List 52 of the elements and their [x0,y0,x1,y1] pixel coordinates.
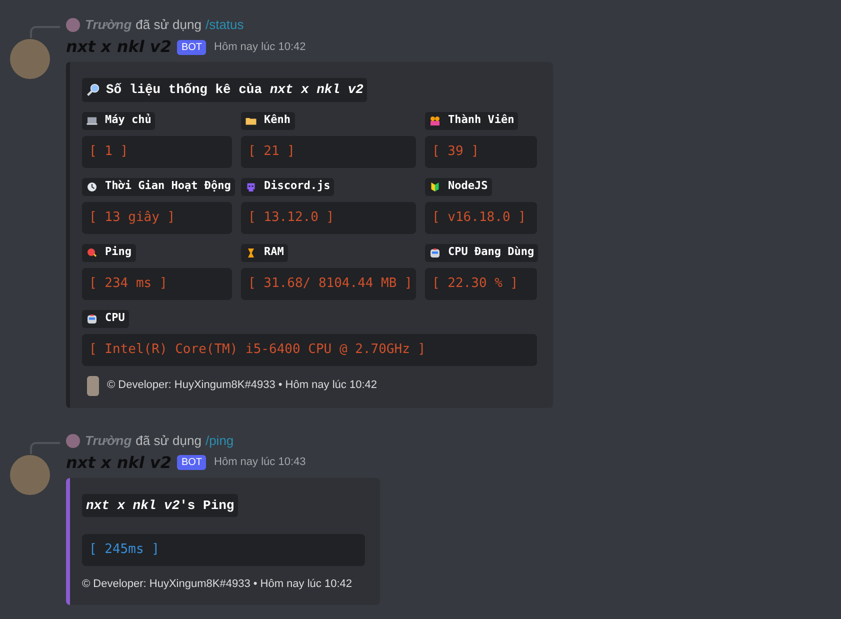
field-label: RAM [241,244,288,262]
emoji-icon [86,246,98,258]
embed-title: nxt x nkl v2's Ping [82,494,238,517]
reply-connector [30,26,60,38]
reply-username[interactable]: Trường [85,430,132,450]
field-label: Máy chủ [82,112,156,130]
field-label: Thành Viên [425,112,518,130]
footer-photo-placeholder [87,376,99,396]
emoji-icon [245,180,257,192]
emoji-icon [245,246,257,258]
field-value: [ Intel(R) Core(TM) i5-6400 CPU @ 2.70GHz ] [82,334,537,366]
timestamp: Hôm nay lúc 10:43 [214,455,306,470]
field-value: [ 31.68/ 8104.44 MB ] [241,268,416,300]
field-value: [ 13 giây ] [82,202,232,234]
field-value: [ 245ms ] [82,534,365,566]
embed-footer: © Developer: HuyXingum8K#4933 • Hôm nay lúc 10:42 [82,576,352,592]
command-link[interactable]: /status [205,15,244,35]
field-label: Kênh [241,112,294,130]
magnifier-icon [86,82,100,97]
field-label: Ping [82,244,136,262]
emoji-icon [86,114,98,126]
field-label: Thời Gian Hoạt Động [82,178,235,196]
embed-footer: © Developer: HuyXingum8K#4933 • Hôm nay lúc 10:42 [107,377,377,394]
emoji-icon [429,246,441,258]
field-value: [ 39 ] [425,136,537,168]
field-value: [ 234 ms ] [82,268,232,300]
reply-connector [30,442,60,454]
bot-badge: BOT [177,455,206,470]
field-label: Discord.js [241,178,334,196]
avatar[interactable] [10,454,50,494]
field-label: CPU Đang Dùng [425,244,538,262]
field-label: NodeJS [425,178,492,196]
emoji-icon [429,180,441,192]
timestamp: Hôm nay lúc 10:42 [214,40,306,55]
avatar [66,434,80,448]
embed-title: Số liệu thống kê của nxt x nkl v2 [82,78,368,102]
avatar [66,18,80,32]
field-value: [ 22.30 % ] [425,268,537,300]
reply-username[interactable]: Trường [85,15,132,35]
field-value: [ 1 ] [82,136,232,168]
field-label: CPU [82,310,129,328]
command-link[interactable]: /ping [205,430,234,450]
emoji-icon [429,114,441,126]
field-value: [ 13.12.0 ] [241,202,416,234]
emoji-icon [86,180,98,192]
reply-text: đã sử dụng [136,432,202,450]
emoji-icon [86,312,98,324]
field-value: [ v16.18.0 ] [425,202,537,234]
avatar[interactable] [10,39,50,79]
field-value: [ 21 ] [241,136,416,168]
bot-badge: BOT [177,40,206,54]
reply-text: đã sử dụng [136,16,202,34]
